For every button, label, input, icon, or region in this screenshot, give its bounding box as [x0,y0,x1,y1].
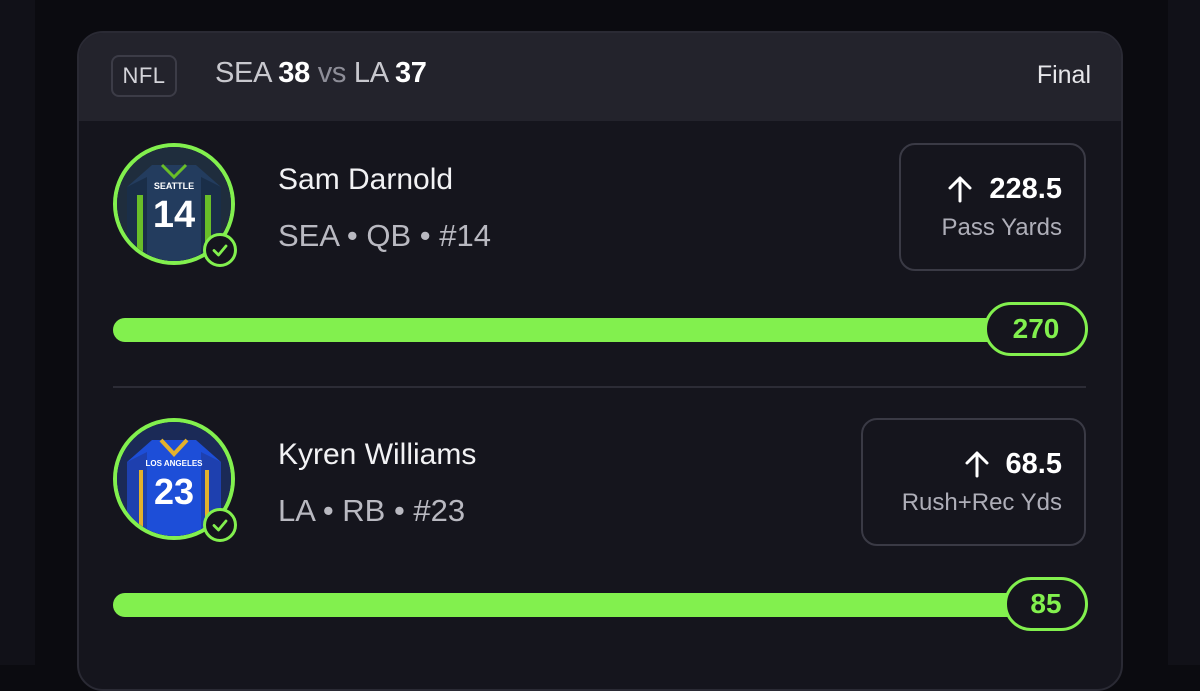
right-panel-edge [1168,0,1200,665]
league-badge: NFL [111,55,177,97]
progress-fill [113,318,1086,342]
player-row[interactable]: SEATTLE 14 Sam Darnold SEA • QB • #14 22… [79,123,1121,383]
progress-bar: 85 [113,577,1088,631]
result-value: 270 [984,302,1088,356]
game-header: NFL SEA 38 vs LA 37 Final [79,33,1121,121]
row-divider [113,386,1086,388]
prop-stat-label: Pass Yards [941,213,1062,241]
home-score: 38 [278,57,310,89]
left-panel-edge [0,0,35,665]
check-circle-icon [203,233,237,267]
game-status: Final [1036,61,1091,89]
jersey-number-text: 23 [154,471,194,512]
matchup-score: SEA 38 vs LA 37 [215,57,427,90]
player-meta: LA • RB • #23 [278,493,466,528]
vs-label: vs [317,57,347,89]
jersey-team-text: SEATTLE [154,181,194,191]
progress-bar: 270 [113,302,1088,356]
prop-line-value: 68.5 [1005,447,1062,480]
player-name: Kyren Williams [278,438,477,471]
jersey-team-text: LOS ANGELES [145,459,203,468]
jersey-number-text: 14 [153,194,195,236]
check-circle-icon [203,508,237,542]
player-meta: SEA • QB • #14 [278,218,491,253]
arrow-up-icon [965,451,989,478]
prop-line-box: 228.5 Pass Yards [899,143,1086,271]
home-team: SEA [215,57,271,89]
prop-line-box: 68.5 Rush+Rec Yds [861,418,1086,546]
pick-card[interactable]: NFL SEA 38 vs LA 37 Final SEATTLE 14 Sam… [77,31,1123,691]
prop-line-value: 228.5 [989,172,1062,205]
prop-stat-label: Rush+Rec Yds [901,488,1062,516]
away-team: LA [353,57,388,89]
player-row[interactable]: LOS ANGELES 23 Kyren Williams LA • RB • … [79,398,1121,658]
progress-fill [113,593,1086,617]
result-value: 85 [1004,577,1088,631]
away-score: 37 [394,57,427,89]
player-name: Sam Darnold [278,163,454,196]
arrow-up-icon [948,176,972,203]
